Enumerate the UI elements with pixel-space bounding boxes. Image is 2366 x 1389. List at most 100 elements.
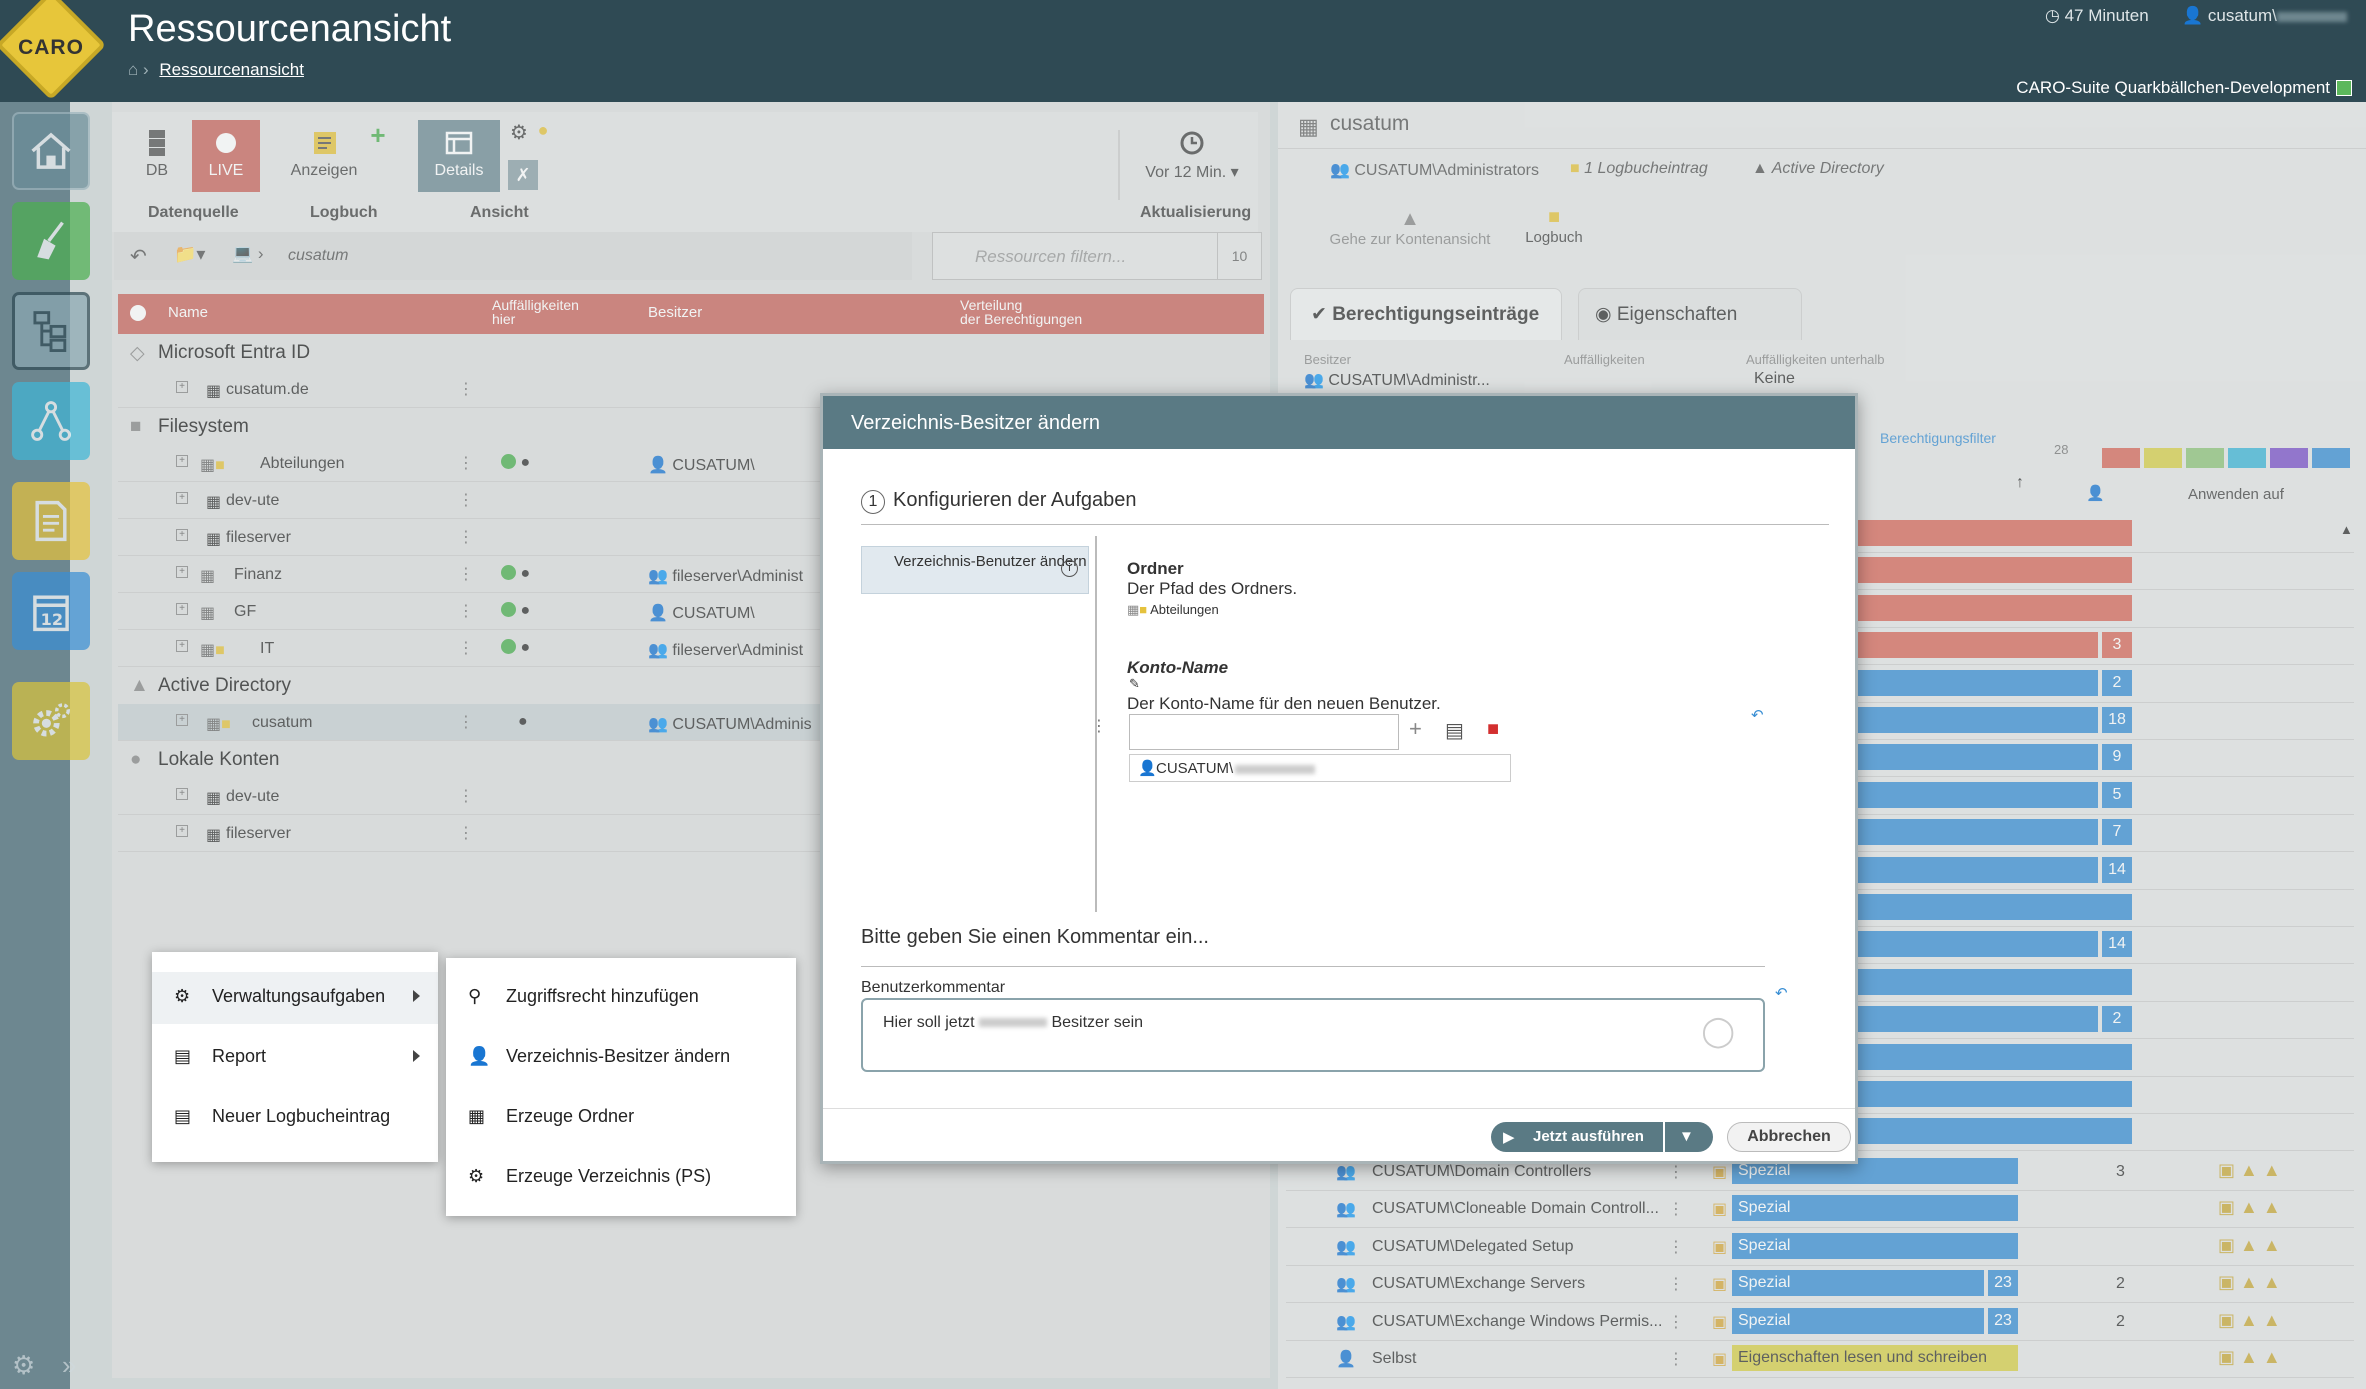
- col-owner[interactable]: Besitzer: [648, 304, 702, 321]
- perm-bar-count: 23: [1988, 1270, 2018, 1297]
- row-menu-icon[interactable]: ⋮: [1668, 1237, 1684, 1257]
- view-settings-icon[interactable]: ⚙: [507, 120, 531, 144]
- local-accounts-icon: ●: [130, 749, 142, 770]
- database-icon: [149, 130, 165, 156]
- menu-verzeichnis-besitzer[interactable]: 👤 Verzeichnis-Besitzer ändern: [446, 1032, 796, 1084]
- ad-icon: ▲: [130, 675, 149, 696]
- select-all-icon[interactable]: [130, 305, 146, 321]
- row-menu-icon[interactable]: ⋮: [1668, 1199, 1684, 1219]
- menu-erzeuge-verzeichnis[interactable]: ⚙ Erzeuge Verzeichnis (PS): [446, 1152, 796, 1204]
- col-aff[interactable]: Auffälligkeiten hier: [492, 298, 579, 326]
- perm-row[interactable]: 👤 Selbst ⋮ ▣ Eigenschaften lesen und schreib…: [1286, 1341, 2354, 1378]
- info-icon[interactable]: i: [1061, 560, 1078, 577]
- paste-icon[interactable]: ▤: [1445, 718, 1464, 743]
- row-menu-icon[interactable]: ⋮: [1668, 1274, 1684, 1294]
- konto-chip[interactable]: 👤 CUSATUM\: [1129, 754, 1511, 782]
- delete-icon[interactable]: ■: [1487, 718, 1499, 741]
- context-menu: ⚙ Verwaltungsaufgaben ▤ Report ▤ Neuer Logb…: [152, 952, 438, 1162]
- settings-gear-icon[interactable]: ⚙: [12, 1350, 35, 1381]
- lock-icon: ▣: [1712, 1276, 1728, 1294]
- db-button[interactable]: DB: [132, 120, 182, 192]
- comment-textarea[interactable]: Hier soll jetzt Besitzer sein ◯: [861, 998, 1765, 1072]
- menu-zugriffsrecht[interactable]: ⚲ Zugriffsrecht hinzufügen: [446, 972, 796, 1024]
- folder-dropdown-icon[interactable]: 📁▾: [174, 244, 205, 265]
- row-menu-icon[interactable]: ⋮: [1668, 1349, 1684, 1369]
- perm-filter-chips[interactable]: [2102, 448, 2364, 468]
- details-button[interactable]: Details: [418, 120, 500, 192]
- task-nav-item[interactable]: Verzeichnis-Benutzer ändern i: [861, 546, 1089, 594]
- perm-row[interactable]: 👥 CUSATUM\Cloneable Domain Controll... ⋮ ▣ S…: [1286, 1191, 2354, 1229]
- apply-to-icons: ▣ ▲ ▲: [2218, 1309, 2281, 1330]
- sidebar-cleanup[interactable]: [12, 202, 90, 280]
- perm-account: CUSATUM\Exchange Servers: [1372, 1275, 1586, 1293]
- sidebar-settings[interactable]: [12, 682, 90, 760]
- col-dist[interactable]: Verteilung der Berechtigungen: [960, 298, 1082, 326]
- computer-icon[interactable]: 💻 ›: [232, 244, 264, 264]
- network-icon: [31, 401, 71, 441]
- label-besitzer: Besitzer: [1304, 352, 1351, 367]
- tools-icon[interactable]: ✗: [508, 160, 538, 190]
- row-menu-icon[interactable]: ⋮: [1668, 1312, 1684, 1332]
- apply-to-icons: ▣ ▲ ▲: [2218, 1234, 2281, 1255]
- perm-user-count: 2: [2116, 1312, 2125, 1330]
- lock-icon: ▣: [1712, 1313, 1728, 1331]
- ad-link[interactable]: ▲ Active Directory: [1752, 160, 1884, 178]
- run-options-icon[interactable]: ▼: [1679, 1128, 1694, 1145]
- col-name[interactable]: Name: [168, 304, 208, 321]
- perm-bar: [1846, 1006, 2098, 1033]
- sidebar-accounts[interactable]: [12, 382, 90, 460]
- reset-comment-icon[interactable]: ↶: [1775, 984, 1788, 1002]
- splitter-handle-icon[interactable]: ⋮: [1091, 716, 1107, 736]
- konto-input[interactable]: [1129, 714, 1399, 750]
- admin-tasks-icon: ⚙: [174, 986, 191, 1006]
- hint-icon[interactable]: ●: [532, 120, 554, 144]
- besitzer-value[interactable]: 👥 CUSATUM\Administr...: [1304, 370, 1490, 390]
- gears-icon: [33, 703, 70, 737]
- menu-erzeuge-ordner[interactable]: ▦ Erzeuge Ordner: [446, 1092, 796, 1144]
- menu-verwaltungsaufgaben[interactable]: ⚙ Verwaltungsaufgaben: [152, 972, 438, 1024]
- sort-icon[interactable]: ↑: [2016, 474, 2024, 492]
- home-icon[interactable]: ⌂ ›: [128, 60, 149, 79]
- sidebar-resources[interactable]: [12, 292, 90, 370]
- edit-icon[interactable]: ✎: [1129, 676, 1140, 692]
- aff-sub-value: Keine: [1754, 370, 1795, 387]
- refresh-button[interactable]: Vor 12 Min. ▾: [1132, 120, 1252, 192]
- add-icon[interactable]: +: [1409, 716, 1422, 742]
- reset-konto-icon[interactable]: ↶: [1751, 706, 1764, 724]
- caro-logo[interactable]: CARO: [0, 0, 107, 101]
- group-logbuch: Logbuch: [310, 204, 378, 221]
- sidebar-home[interactable]: [12, 112, 90, 190]
- expand-sidebar-icon[interactable]: »: [62, 1350, 76, 1381]
- group-ansicht: Ansicht: [470, 204, 529, 221]
- goto-accounts-button[interactable]: ▲ Gehe zur Kontenansicht: [1320, 208, 1500, 248]
- menu-neuer-logbucheintrag[interactable]: ▤ Neuer Logbucheintrag: [152, 1092, 438, 1144]
- run-now-button[interactable]: ▶ Jetzt ausführen ▼: [1491, 1122, 1713, 1152]
- anzeigen-button[interactable]: Anzeigen: [288, 120, 360, 192]
- sidebar-reports[interactable]: [12, 482, 90, 560]
- perm-account: CUSATUM\Exchange Windows Permis...: [1372, 1312, 1663, 1330]
- sidebar-calendar[interactable]: 12: [12, 572, 90, 650]
- breadcrumb-link[interactable]: Ressourcenansicht: [159, 60, 304, 79]
- up-icon[interactable]: ↶: [130, 244, 147, 269]
- group-entra[interactable]: ◇ Microsoft Entra ID: [118, 334, 1258, 371]
- perm-bar-count: 2: [2102, 1006, 2132, 1033]
- path-current[interactable]: cusatum: [288, 247, 348, 265]
- perm-row[interactable]: 👥 CUSATUM\Exchange Servers ⋮ ▣ Spezial 23 2 ▣ ▲…: [1286, 1266, 2354, 1304]
- logbuch-button[interactable]: ■ Logbuch: [1514, 206, 1594, 246]
- perm-bar-count: 9: [2102, 744, 2132, 771]
- perm-row[interactable]: 👥 CUSATUM\Exchange Windows Permis... ⋮ ▣ Spe…: [1286, 1304, 2354, 1341]
- menu-report[interactable]: ▤ Report: [152, 1032, 438, 1084]
- tab-properties[interactable]: ◉ Eigenschaften: [1578, 288, 1802, 340]
- admins-link[interactable]: 👥 CUSATUM\Administrators: [1330, 160, 1539, 180]
- page-title: Ressourcenansicht: [128, 8, 452, 50]
- user-menu[interactable]: 👤 cusatum\: [2182, 6, 2347, 26]
- log-entry-link[interactable]: ■ 1 Logbucheintrag: [1570, 160, 1708, 178]
- resource-filter-input[interactable]: Ressourcen filtern... 10: [932, 232, 1262, 280]
- cancel-button[interactable]: Abbrechen: [1727, 1122, 1851, 1152]
- row-menu-icon[interactable]: ⋮: [1668, 1162, 1684, 1182]
- live-button[interactable]: LIVE: [192, 120, 260, 192]
- perm-row[interactable]: 👥 CUSATUM\Delegated Setup ⋮ ▣ Spezial ▣ ▲ ▲: [1286, 1229, 2354, 1266]
- add-log-icon[interactable]: +: [368, 120, 388, 192]
- top-bar: CARO Ressourcenansicht ⌂ › Ressourcenans…: [0, 0, 2366, 102]
- tab-permissions[interactable]: ✔ Berechtigungseinträge: [1290, 288, 1562, 340]
